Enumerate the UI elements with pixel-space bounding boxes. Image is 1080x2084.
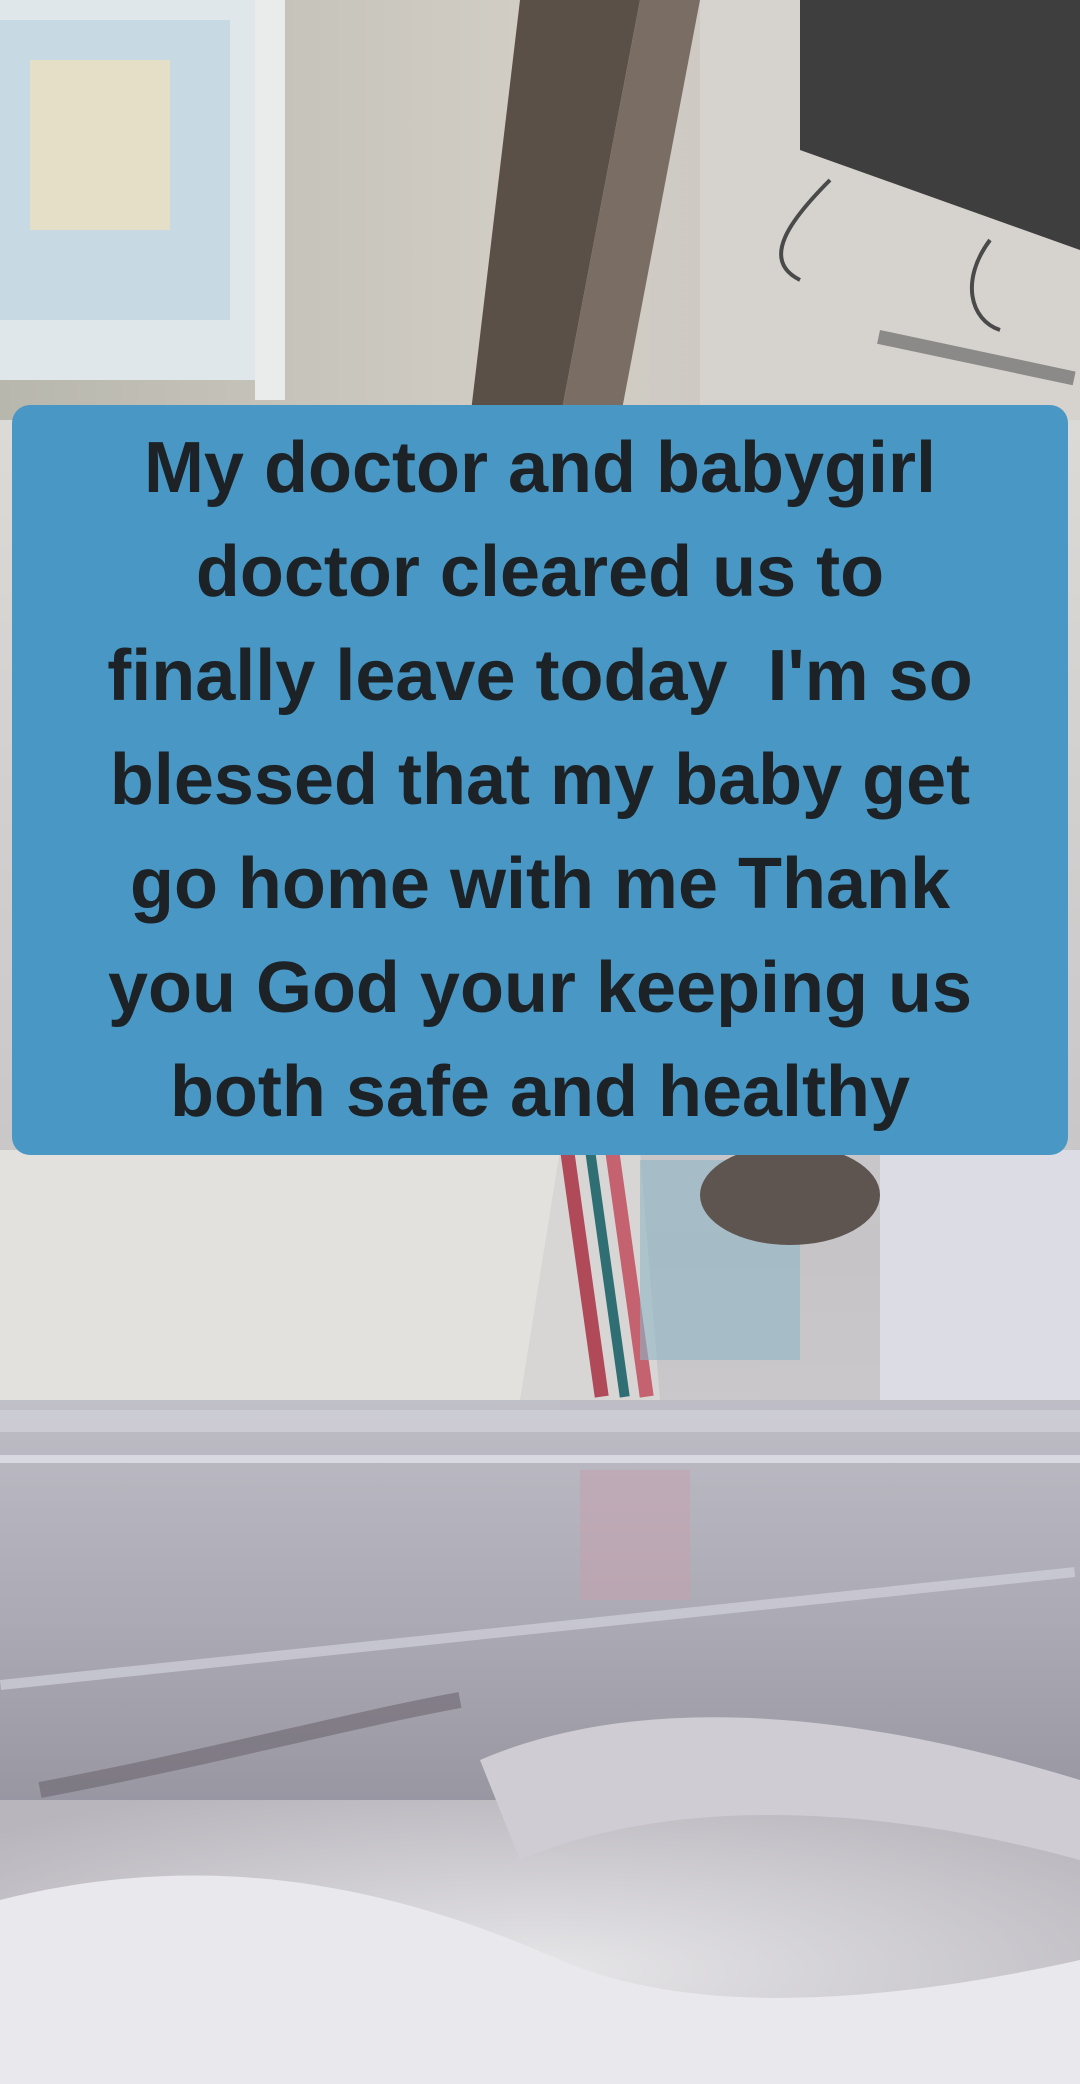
caption-line: you God your keeping us	[107, 948, 973, 1028]
caption-box: My doctor and babygirl doctor cleared us…	[12, 405, 1068, 1155]
caption-line: finally leave today I'm so	[107, 636, 973, 716]
caption-line: go home with me Thank	[129, 844, 951, 924]
caption-line: both safe and healthy	[169, 1052, 911, 1132]
caption-line: doctor cleared us to	[195, 532, 885, 612]
caption-line: My doctor and babygirl	[143, 428, 937, 508]
caption-line: blessed that my baby get	[109, 740, 971, 820]
